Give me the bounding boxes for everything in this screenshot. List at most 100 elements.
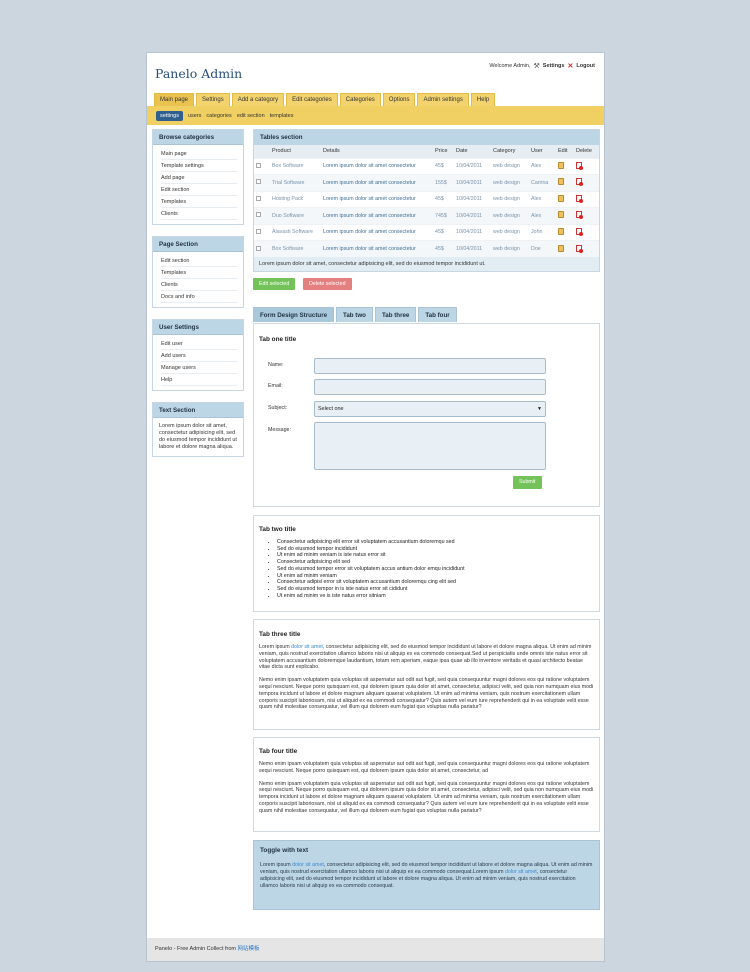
sidebar-item-docs[interactable]: Docs and info	[161, 291, 237, 303]
product-cell[interactable]: Trial Software	[270, 174, 321, 191]
tab-admin-settings[interactable]: Admin settings	[417, 93, 469, 106]
delete-selected-button[interactable]: Delete selected	[303, 278, 352, 290]
edit-cell	[556, 157, 574, 175]
user-settings-box: User Settings Edit user Add users Manage…	[152, 319, 244, 391]
product-cell[interactable]: Box Software	[270, 157, 321, 175]
price-cell: 45$	[433, 240, 454, 257]
logout-link[interactable]: Logout	[576, 63, 595, 69]
brand-title: Panelo Admin	[155, 66, 243, 81]
edit-icon[interactable]	[558, 194, 564, 202]
delete-icon[interactable]	[576, 194, 583, 203]
subnav-users[interactable]: users	[188, 113, 201, 119]
user-cell: Doe	[529, 240, 556, 257]
edit-icon[interactable]	[558, 227, 564, 235]
edit-selected-button[interactable]: Edit selected	[253, 278, 296, 290]
sidebar-item-clients[interactable]: Clients	[161, 208, 237, 220]
product-cell[interactable]: Box Software	[270, 240, 321, 257]
col-category: Category	[491, 145, 529, 158]
date-cell: 10/04/2011	[454, 240, 491, 257]
sidebar-item-templates[interactable]: Templates	[161, 267, 237, 279]
sidebar-item-templates[interactable]: Templates	[161, 196, 237, 208]
sidebar-item-edit-user[interactable]: Edit user	[161, 338, 237, 350]
product-cell[interactable]: Hosting Pack	[270, 190, 321, 208]
table-header-row: Product Details Price Date Category User…	[254, 145, 599, 158]
user-settings-title: User Settings	[153, 320, 243, 335]
row-checkbox[interactable]	[256, 245, 261, 251]
delete-cell	[574, 174, 599, 191]
products-table: Product Details Price Date Category User…	[254, 145, 599, 257]
subnav-settings[interactable]: settings	[156, 110, 183, 121]
delete-icon[interactable]	[576, 161, 583, 170]
admin-page: Panelo Admin Welcome Admin, ⚒ Settings ✕…	[146, 52, 605, 962]
edit-icon[interactable]	[558, 161, 564, 169]
sidebar-item-add-page[interactable]: Add page	[161, 172, 237, 184]
page-footer: Panelo - Free Admin Collect from 网站模板	[147, 938, 604, 961]
message-textarea[interactable]	[314, 422, 546, 470]
details-cell: Lorem ipsum dolor sit amet consectetur	[321, 207, 433, 224]
toggle-section[interactable]: Toggle with text Lorem ipsum dolor sit a…	[253, 840, 600, 910]
row-checkbox[interactable]	[256, 195, 261, 201]
tab-three-panel: Tab three title Lorem ipsum dolor sit am…	[253, 619, 600, 730]
tab-categories[interactable]: Categories	[339, 93, 381, 106]
settings-link[interactable]: Settings	[543, 63, 565, 69]
subject-select[interactable]: Select one ▼	[314, 401, 546, 417]
subnav-edit-section[interactable]: edit section	[237, 113, 265, 119]
sidebar-item-edit-section[interactable]: Edit section	[161, 255, 237, 267]
dolor-link[interactable]: dolor sit amet	[291, 644, 323, 650]
sidebar-item-edit-section[interactable]: Edit section	[161, 184, 237, 196]
delete-icon[interactable]	[576, 227, 583, 236]
tab-four[interactable]: Tab four	[418, 307, 457, 322]
user-bar: Welcome Admin, ⚒ Settings ✕ Logout	[489, 62, 595, 70]
tab-help[interactable]: Help	[470, 93, 496, 106]
price-cell: 45$	[433, 157, 454, 175]
tab-edit-categories[interactable]: Edit categories	[286, 93, 338, 106]
sidebar-item-template-settings[interactable]: Template settings	[161, 160, 237, 172]
row-checkbox[interactable]	[256, 212, 261, 218]
tab-options[interactable]: Options	[382, 93, 416, 106]
select-cell	[254, 174, 270, 191]
sidebar-item-help[interactable]: Help	[161, 374, 237, 386]
delete-icon[interactable]	[576, 178, 583, 187]
tab-three[interactable]: Tab three	[374, 307, 417, 322]
tab-two[interactable]: Tab two	[336, 307, 373, 322]
delete-icon[interactable]	[576, 244, 583, 253]
product-cell[interactable]: Duo Software	[270, 207, 321, 224]
subnav-templates[interactable]: templates	[270, 113, 294, 119]
tab-add-category[interactable]: Add a category	[231, 93, 285, 106]
subnav-categories[interactable]: categories	[206, 113, 231, 119]
sidebar-item-manage-users[interactable]: Manage users	[161, 362, 237, 374]
tab-form-design[interactable]: Form Design Structure	[253, 307, 335, 322]
footer-link[interactable]: 网站模板	[238, 946, 260, 952]
table-row: Hosting Pack Lorem ipsum dolor sit amet c…	[254, 190, 599, 208]
tab-settings[interactable]: Settings	[196, 93, 230, 106]
delete-cell	[574, 223, 599, 241]
tab-main-page[interactable]: Main page	[154, 93, 195, 106]
select-cell	[254, 240, 270, 257]
name-field[interactable]	[314, 358, 546, 374]
delete-icon[interactable]	[576, 211, 583, 220]
edit-icon[interactable]	[558, 211, 564, 219]
text-section-body: Lorem ipsum dolor sit amet, consectetur …	[159, 423, 237, 450]
edit-icon[interactable]	[558, 244, 564, 252]
tab-four-paragraph-1: Nemo enim ipsam voluptatem quia voluptas…	[259, 761, 590, 774]
tables-section: Tables section Product Details Price Dat…	[253, 129, 600, 272]
dolor-link[interactable]: dolor sit amet	[505, 869, 537, 875]
email-label: Email:	[268, 383, 283, 389]
sidebar-item-main-page[interactable]: Main page	[161, 148, 237, 160]
sidebar-item-clients[interactable]: Clients	[161, 279, 237, 291]
row-checkbox[interactable]	[256, 162, 261, 168]
email-field[interactable]	[314, 379, 546, 395]
form-tabs: Form Design Structure Tab two Tab three …	[253, 307, 457, 322]
col-delete: Delete	[574, 145, 599, 158]
price-cell: 45$	[433, 190, 454, 208]
row-checkbox[interactable]	[256, 228, 261, 234]
sidebar-item-add-users[interactable]: Add users	[161, 350, 237, 362]
submit-button[interactable]: Submit	[513, 476, 542, 489]
list-item: Ut enim ad minim veniam is iste natus er…	[277, 552, 594, 559]
product-cell[interactable]: Alavasti Software	[270, 223, 321, 241]
edit-icon[interactable]	[558, 178, 564, 186]
row-checkbox[interactable]	[256, 179, 261, 185]
tools-icon: ⚒	[533, 63, 540, 70]
dolor-link[interactable]: dolor sit amet	[292, 862, 324, 868]
tab-three-paragraph-2: Nemo enim ipsam voluptatem quia voluptas…	[259, 677, 594, 711]
